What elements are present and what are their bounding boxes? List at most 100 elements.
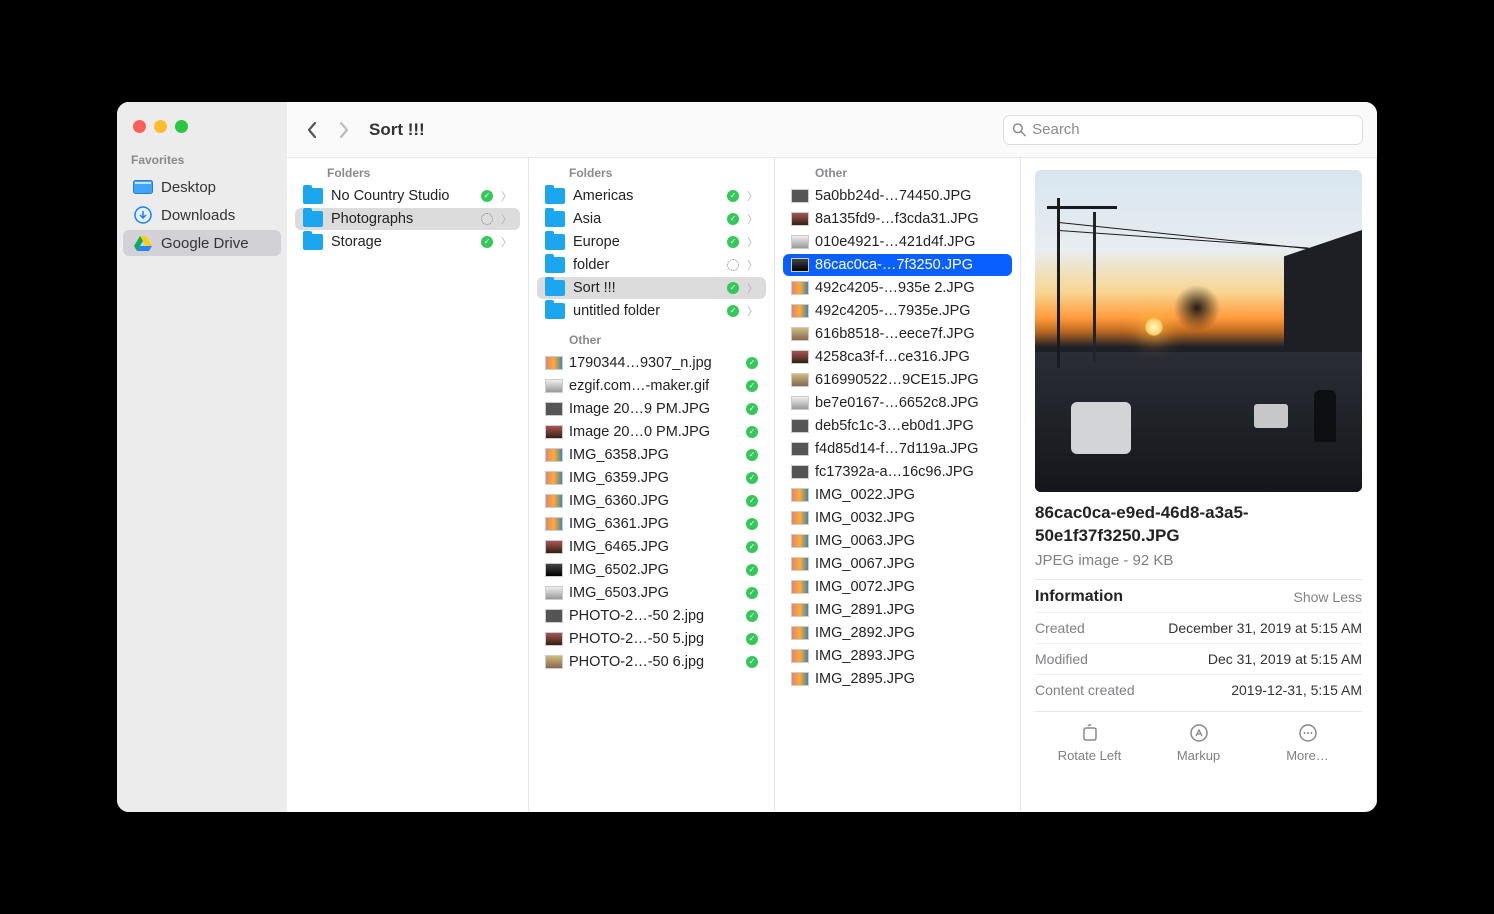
- file-row[interactable]: PHOTO-2…-50 5.jpg: [537, 628, 766, 650]
- folder-row[interactable]: Americas 〉: [537, 185, 766, 207]
- file-name: IMG_6503.JPG: [569, 585, 740, 601]
- column-2-body[interactable]: Americas 〉 Asia 〉 Europe 〉 folder 〉 Sort…: [529, 184, 774, 812]
- search-field[interactable]: [1003, 115, 1363, 145]
- file-row[interactable]: f4d85d14-f…7d119a.JPG: [783, 438, 1012, 460]
- file-row[interactable]: 616990522…9CE15.JPG: [783, 369, 1012, 391]
- file-name: f4d85d14-f…7d119a.JPG: [815, 441, 1004, 457]
- markup-button[interactable]: Markup: [1144, 722, 1253, 763]
- folder-row[interactable]: Sort !!! 〉: [537, 277, 766, 299]
- file-row[interactable]: 86cac0ca-…7f3250.JPG: [783, 254, 1012, 276]
- file-row[interactable]: IMG_6360.JPG: [537, 490, 766, 512]
- file-name: IMG_2892.JPG: [815, 625, 1004, 641]
- file-thumbnail-icon: [791, 304, 809, 318]
- folder-name: Asia: [573, 211, 719, 227]
- file-row[interactable]: IMG_0063.JPG: [783, 530, 1012, 552]
- file-row[interactable]: PHOTO-2…-50 6.jpg: [537, 651, 766, 673]
- file-name: 492c4205-…935e 2.JPG: [815, 280, 1004, 296]
- sidebar-item-google-drive[interactable]: Google Drive: [123, 230, 281, 256]
- file-name: Image 20…9 PM.JPG: [569, 401, 740, 417]
- folder-row[interactable]: Photographs 〉: [295, 208, 520, 230]
- file-row[interactable]: IMG_6358.JPG: [537, 444, 766, 466]
- synced-status-icon: [746, 380, 758, 392]
- folder-row[interactable]: folder 〉: [537, 254, 766, 276]
- file-row[interactable]: IMG_6465.JPG: [537, 536, 766, 558]
- file-row[interactable]: IMG_0032.JPG: [783, 507, 1012, 529]
- show-less-button[interactable]: Show Less: [1294, 589, 1362, 605]
- sidebar-item-downloads[interactable]: Downloads: [123, 202, 281, 228]
- file-row[interactable]: 8a135fd9-…f3cda31.JPG: [783, 208, 1012, 230]
- file-thumbnail-icon: [791, 281, 809, 295]
- file-name: PHOTO-2…-50 5.jpg: [569, 631, 740, 647]
- file-thumbnail-icon: [545, 540, 563, 554]
- folder-row[interactable]: Europe 〉: [537, 231, 766, 253]
- file-row[interactable]: IMG_2895.JPG: [783, 668, 1012, 690]
- minimize-button[interactable]: [154, 120, 167, 133]
- file-thumbnail-icon: [791, 465, 809, 479]
- folder-row[interactable]: untitled folder 〉: [537, 300, 766, 322]
- file-thumbnail-icon: [545, 471, 563, 485]
- file-row[interactable]: be7e0167-…6652c8.JPG: [783, 392, 1012, 414]
- file-row[interactable]: IMG_6503.JPG: [537, 582, 766, 604]
- info-value: 2019-12-31, 5:15 AM: [1231, 682, 1362, 698]
- column-3-body[interactable]: 5a0bb24d-…74450.JPG 8a135fd9-…f3cda31.JP…: [775, 184, 1020, 812]
- folder-icon: [545, 188, 565, 204]
- file-thumbnail-icon: [791, 511, 809, 525]
- sidebar-item-desktop[interactable]: Desktop: [123, 174, 281, 200]
- file-thumbnail-icon: [791, 442, 809, 456]
- folder-name: untitled folder: [573, 303, 719, 319]
- synced-status-icon: [746, 495, 758, 507]
- action-label: Rotate Left: [1058, 748, 1122, 763]
- file-name: IMG_2891.JPG: [815, 602, 1004, 618]
- file-row[interactable]: 616b8518-…eece7f.JPG: [783, 323, 1012, 345]
- file-row[interactable]: 492c4205-…935e 2.JPG: [783, 277, 1012, 299]
- zoom-button[interactable]: [175, 120, 188, 133]
- file-thumbnail-icon: [791, 626, 809, 640]
- file-row[interactable]: IMG_2891.JPG: [783, 599, 1012, 621]
- file-row[interactable]: fc17392a-a…16c96.JPG: [783, 461, 1012, 483]
- file-name: 1790344…9307_n.jpg: [569, 355, 740, 371]
- file-row[interactable]: Image 20…0 PM.JPG: [537, 421, 766, 443]
- file-row[interactable]: 1790344…9307_n.jpg: [537, 352, 766, 374]
- file-row[interactable]: IMG_6359.JPG: [537, 467, 766, 489]
- file-row[interactable]: IMG_2893.JPG: [783, 645, 1012, 667]
- close-button[interactable]: [133, 120, 146, 133]
- back-button[interactable]: [301, 117, 323, 143]
- finder-window: Favorites Desktop Downloads Google Drive: [117, 102, 1377, 812]
- file-thumbnail-icon: [791, 649, 809, 663]
- file-name: IMG_0032.JPG: [815, 510, 1004, 526]
- file-row[interactable]: 5a0bb24d-…74450.JPG: [783, 185, 1012, 207]
- search-input[interactable]: [1032, 121, 1354, 138]
- file-row[interactable]: Image 20…9 PM.JPG: [537, 398, 766, 420]
- sync-status-icon: [481, 213, 493, 225]
- preview-image[interactable]: [1035, 170, 1362, 492]
- file-row[interactable]: ezgif.com…-maker.gif: [537, 375, 766, 397]
- file-row[interactable]: PHOTO-2…-50 2.jpg: [537, 605, 766, 627]
- file-row[interactable]: IMG_6502.JPG: [537, 559, 766, 581]
- file-row[interactable]: IMG_2892.JPG: [783, 622, 1012, 644]
- more-button[interactable]: More…: [1253, 722, 1362, 763]
- file-name: 492c4205-…7935e.JPG: [815, 303, 1004, 319]
- file-row[interactable]: IMG_0067.JPG: [783, 553, 1012, 575]
- file-thumbnail-icon: [791, 373, 809, 387]
- file-row[interactable]: 010e4921-…421d4f.JPG: [783, 231, 1012, 253]
- file-row[interactable]: deb5fc1c-3…eb0d1.JPG: [783, 415, 1012, 437]
- folder-row[interactable]: No Country Studio 〉: [295, 185, 520, 207]
- rotate-left-button[interactable]: Rotate Left: [1035, 722, 1144, 763]
- chevron-right-icon: 〉: [747, 211, 758, 227]
- file-row[interactable]: IMG_6361.JPG: [537, 513, 766, 535]
- file-name: IMG_2893.JPG: [815, 648, 1004, 664]
- file-row[interactable]: 4258ca3f-f…ce316.JPG: [783, 346, 1012, 368]
- file-name: IMG_0022.JPG: [815, 487, 1004, 503]
- file-name: IMG_6465.JPG: [569, 539, 740, 555]
- file-thumbnail-icon: [791, 488, 809, 502]
- folder-row[interactable]: Storage 〉: [295, 231, 520, 253]
- file-row[interactable]: IMG_0022.JPG: [783, 484, 1012, 506]
- column-1-body[interactable]: No Country Studio 〉 Photographs 〉 Storag…: [287, 184, 528, 812]
- chevron-right-icon: 〉: [747, 234, 758, 250]
- file-name: 5a0bb24d-…74450.JPG: [815, 188, 1004, 204]
- file-row[interactable]: 492c4205-…7935e.JPG: [783, 300, 1012, 322]
- file-row[interactable]: IMG_0072.JPG: [783, 576, 1012, 598]
- forward-button[interactable]: [333, 117, 355, 143]
- main-area: Sort !!! Folders No Country Studio 〉 Pho…: [287, 102, 1377, 812]
- folder-row[interactable]: Asia 〉: [537, 208, 766, 230]
